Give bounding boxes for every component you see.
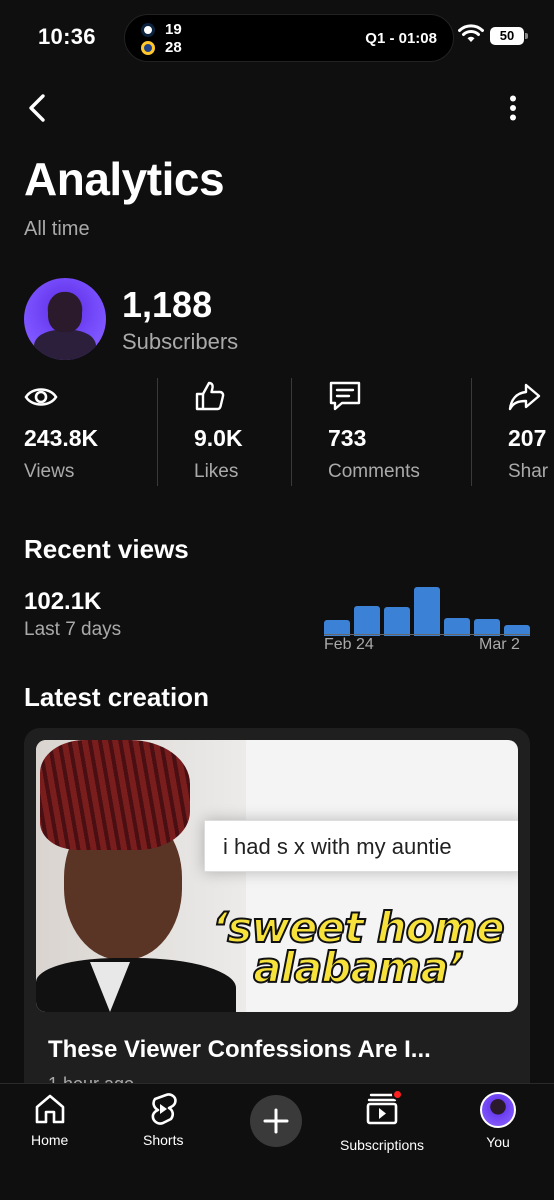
- thumbnail-caption: i had s x with my auntie: [223, 834, 452, 859]
- bottom-navigation: Home Shorts Subscriptions You: [0, 1083, 554, 1200]
- shares-value: 207: [508, 425, 547, 451]
- metric-divider: [157, 378, 158, 486]
- video-title: These Viewer Confessions Are I...: [48, 1036, 431, 1063]
- clock-time: 10:36: [38, 24, 96, 49]
- nav-home-label: Home: [31, 1132, 69, 1148]
- live-activity-scoreboard[interactable]: 19 28 Q1 - 01:08: [124, 14, 454, 62]
- chart-bar: [384, 607, 410, 636]
- notification-dot: [392, 1089, 404, 1100]
- subscriber-label: Subscribers: [122, 329, 239, 354]
- metric-divider: [291, 378, 292, 486]
- latest-video-card[interactable]: i had s x with my auntie ‘sweet home ala…: [24, 728, 530, 1128]
- team1-score-row: 19: [141, 21, 182, 38]
- likes-value: 9.0K: [194, 425, 243, 451]
- profile-avatar: [480, 1092, 516, 1128]
- comments-label: Comments: [328, 461, 420, 482]
- metrics-row: 243.8K Views 9.0K Likes 733 Comments 207…: [0, 378, 554, 486]
- more-vertical-icon: [510, 95, 516, 121]
- metric-divider: [471, 378, 472, 486]
- latest-creation-heading: Latest creation: [24, 682, 209, 712]
- recent-views-chart[interactable]: [324, 582, 530, 636]
- game-clock: Q1 - 01:08: [365, 30, 437, 47]
- status-bar: 10:36 19 28 Q1 - 01:08 50: [0, 0, 554, 76]
- chart-x-label-start: Feb 24: [324, 636, 374, 653]
- comment-icon: [329, 381, 361, 411]
- plus-icon: [263, 1108, 289, 1134]
- recent-views-period: Last 7 days: [24, 619, 122, 640]
- battery-indicator: 50: [490, 27, 528, 45]
- nav-you-label: You: [486, 1134, 510, 1150]
- more-options-button[interactable]: [498, 92, 528, 124]
- channel-avatar: [24, 278, 106, 360]
- chart-axis-line: [324, 634, 530, 635]
- thumbs-up-icon: [195, 381, 225, 411]
- chart-bar: [354, 606, 380, 636]
- views-value: 243.8K: [24, 425, 99, 451]
- share-icon: [508, 383, 541, 411]
- team2-score-row: 28: [141, 39, 182, 56]
- video-thumbnail[interactable]: i had s x with my auntie ‘sweet home ala…: [36, 740, 518, 1012]
- nav-shorts[interactable]: Shorts: [143, 1092, 183, 1148]
- shorts-icon: [151, 1093, 177, 1125]
- eye-icon: [24, 388, 58, 406]
- home-icon: [35, 1094, 64, 1124]
- thumbnail-overlay-line1: ‘sweet home: [211, 903, 505, 952]
- thumbnail-overlay-text: ‘sweet home alabama’: [208, 903, 508, 992]
- shares-label: Shar: [508, 461, 549, 482]
- chevron-left-icon: [29, 94, 45, 122]
- nav-you[interactable]: You: [480, 1092, 516, 1150]
- nav-subscriptions[interactable]: Subscriptions: [340, 1089, 425, 1153]
- recent-views-heading: Recent views: [24, 534, 189, 564]
- page-title: Analytics: [24, 153, 225, 205]
- date-range-label[interactable]: All time: [24, 218, 90, 241]
- metric-shares[interactable]: 207 Shar: [508, 378, 554, 486]
- chart-bar: [414, 587, 440, 636]
- nav-subscriptions-label: Subscriptions: [340, 1137, 425, 1153]
- create-button[interactable]: [250, 1095, 302, 1147]
- nav-shorts-label: Shorts: [143, 1132, 184, 1148]
- team1-score: 19: [165, 21, 182, 38]
- chart-x-label-end: Mar 2: [479, 636, 520, 653]
- team2-logo-icon: [141, 40, 155, 55]
- subscriptions-icon-wrap: [365, 1089, 404, 1131]
- views-label: Views: [24, 461, 75, 482]
- thumbnail-caption-box: i had s x with my auntie: [204, 820, 518, 872]
- thumbnail-overlay-line2: alabama’: [252, 943, 465, 992]
- subscriber-count: 1,188: [122, 284, 213, 325]
- team2-score: 28: [165, 39, 182, 56]
- team1-logo-icon: [141, 22, 155, 37]
- recent-views-value: 102.1K: [24, 588, 102, 615]
- wifi-icon: [458, 24, 484, 42]
- back-button[interactable]: [22, 92, 52, 124]
- nav-home[interactable]: Home: [31, 1092, 68, 1148]
- likes-label: Likes: [194, 461, 239, 482]
- comments-value: 733: [328, 425, 367, 451]
